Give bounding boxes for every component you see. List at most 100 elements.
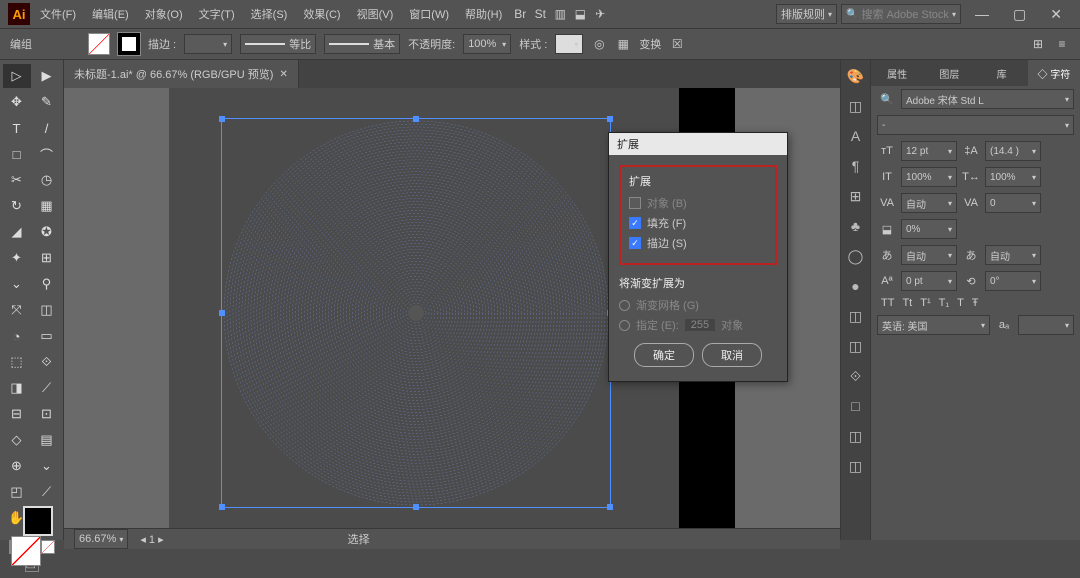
layout-rules-dropdown[interactable]: 排版规则 <box>776 4 837 24</box>
antialias-field[interactable] <box>1018 315 1074 335</box>
stroke-weight[interactable] <box>184 34 232 54</box>
underline-button[interactable]: T <box>957 297 964 309</box>
tool-23[interactable]: ⟐ <box>33 350 61 374</box>
none-mode-icon[interactable] <box>41 540 55 554</box>
tool-19[interactable]: ◫ <box>33 298 61 322</box>
strike-button[interactable]: Ŧ <box>972 297 979 309</box>
font-family-field[interactable]: Adobe 宋体 Std L <box>901 89 1074 109</box>
gpu-icon[interactable]: ⬓ <box>572 6 588 22</box>
cancel-button[interactable]: 取消 <box>702 343 762 367</box>
menu-select[interactable]: 选择(S) <box>245 3 294 25</box>
menu-help[interactable]: 帮助(H) <box>459 3 508 25</box>
dock-icon-9[interactable]: ◫ <box>846 336 866 356</box>
tool-5[interactable]: / <box>33 116 61 140</box>
dock-icon-2[interactable]: A <box>846 126 866 146</box>
tool-15[interactable]: ⊞ <box>33 246 61 270</box>
panel-menu-icon[interactable]: ≡ <box>1054 36 1070 52</box>
tool-13[interactable]: ✪ <box>33 220 61 244</box>
menu-edit[interactable]: 编辑(E) <box>86 3 135 25</box>
dock-icon-3[interactable]: ¶ <box>846 156 866 176</box>
dock-icon-10[interactable]: ⟐ <box>846 366 866 386</box>
tool-21[interactable]: ▭ <box>33 324 61 348</box>
tool-26[interactable]: ⊟ <box>3 402 31 426</box>
dock-icon-7[interactable]: ● <box>846 276 866 296</box>
tool-27[interactable]: ⊡ <box>33 402 61 426</box>
tool-16[interactable]: ⌄ <box>3 272 31 296</box>
dock-icon-4[interactable]: ⊞ <box>846 186 866 206</box>
tab-libraries[interactable]: 库 <box>976 60 1028 86</box>
menu-type[interactable]: 文字(T) <box>193 3 241 25</box>
tracking-field[interactable]: 0 <box>985 193 1041 213</box>
tab-character[interactable]: ◇ 字符 <box>1028 60 1080 86</box>
pct-field[interactable]: 0% <box>901 219 957 239</box>
dock-icon-13[interactable]: ◫ <box>846 456 866 476</box>
isolate-icon[interactable]: ☒ <box>669 36 685 52</box>
align-icon[interactable]: ▦ <box>615 36 631 52</box>
tool-6[interactable]: □ <box>3 142 31 166</box>
menu-file[interactable]: 文件(F) <box>34 3 82 25</box>
smallcaps-button[interactable]: Tt <box>902 297 912 309</box>
dialog-title[interactable]: 扩展 <box>609 133 787 155</box>
style-swatch[interactable] <box>555 34 583 54</box>
dock-icon-8[interactable]: ◫ <box>846 306 866 326</box>
tool-12[interactable]: ◢ <box>3 220 31 244</box>
menu-window[interactable]: 窗口(W) <box>403 3 455 25</box>
dock-icon-0[interactable]: 🎨 <box>846 66 866 86</box>
auto1-field[interactable]: 自动 <box>901 245 957 265</box>
tool-11[interactable]: ▦ <box>33 194 61 218</box>
allcaps-button[interactable]: TT <box>881 297 894 309</box>
font-style-field[interactable]: - <box>877 115 1074 135</box>
stroke-swatch[interactable] <box>118 33 140 55</box>
zoom-field[interactable]: 66.67% <box>74 529 128 549</box>
kerning-field[interactable]: 自动 <box>901 193 957 213</box>
dock-icon-5[interactable]: ♣ <box>846 216 866 236</box>
tool-32[interactable]: ◰ <box>3 480 31 504</box>
search-stock[interactable]: 🔍搜索 Adobe Stock <box>841 4 961 24</box>
tool-31[interactable]: ⌄ <box>33 454 61 478</box>
menu-view[interactable]: 视图(V) <box>351 3 400 25</box>
baseline-field[interactable]: 0 pt <box>901 271 957 291</box>
fill-swatch[interactable] <box>88 33 110 55</box>
hscale-field[interactable]: 100% <box>985 167 1041 187</box>
checkbox-fill[interactable]: ✓ <box>629 217 641 229</box>
tool-0[interactable]: ▷ <box>3 64 31 88</box>
language-field[interactable]: 英语: 美国 <box>877 315 990 335</box>
tool-30[interactable]: ⊕ <box>3 454 31 478</box>
subscript-button[interactable]: T₁ <box>939 297 949 309</box>
tool-18[interactable]: ⤧ <box>3 298 31 322</box>
tool-28[interactable]: ◇ <box>3 428 31 452</box>
recolor-icon[interactable]: ◎ <box>591 36 607 52</box>
vscale-field[interactable]: 100% <box>901 167 957 187</box>
superscript-button[interactable]: T¹ <box>920 297 930 309</box>
tool-14[interactable]: ✦ <box>3 246 31 270</box>
search-font-icon[interactable]: 🔍 <box>877 90 897 108</box>
tool-29[interactable]: ▤ <box>33 428 61 452</box>
tool-24[interactable]: ◨ <box>3 376 31 400</box>
stroke-profile[interactable]: 等比 <box>240 34 316 54</box>
menu-effect[interactable]: 效果(C) <box>297 3 346 25</box>
tool-25[interactable]: ⟋ <box>33 376 61 400</box>
opacity-field[interactable]: 100% <box>463 34 511 54</box>
dock-icon-6[interactable]: ◯ <box>846 246 866 266</box>
panel-toggle-icon[interactable]: ⊞ <box>1030 36 1046 52</box>
transform-label[interactable]: 变换 <box>639 36 661 52</box>
arrange-icon[interactable]: ▥ <box>552 6 568 22</box>
close-tab-icon[interactable]: ✕ <box>279 69 287 80</box>
menu-object[interactable]: 对象(O) <box>139 3 189 25</box>
rocket-icon[interactable]: ✈ <box>592 6 608 22</box>
tab-properties[interactable]: 属性 <box>871 60 923 86</box>
artboard-nav[interactable]: ◂ 1 ▸ <box>140 533 163 546</box>
tool-10[interactable]: ↻ <box>3 194 31 218</box>
tool-20[interactable]: ◔ <box>3 324 31 348</box>
stock-icon[interactable]: St <box>532 6 548 22</box>
font-size-field[interactable]: 12 pt <box>901 141 957 161</box>
tool-2[interactable]: ✥ <box>3 90 31 114</box>
artboard[interactable] <box>169 88 679 528</box>
tool-7[interactable]: ⌒ <box>33 142 61 166</box>
tool-1[interactable]: ▶ <box>33 64 61 88</box>
leading-field[interactable]: (14.4 ) <box>985 141 1041 161</box>
bridge-icon[interactable]: Br <box>512 6 528 22</box>
auto2-field[interactable]: 自动 <box>985 245 1041 265</box>
dock-icon-1[interactable]: ◫ <box>846 96 866 116</box>
tool-9[interactable]: ◷ <box>33 168 61 192</box>
